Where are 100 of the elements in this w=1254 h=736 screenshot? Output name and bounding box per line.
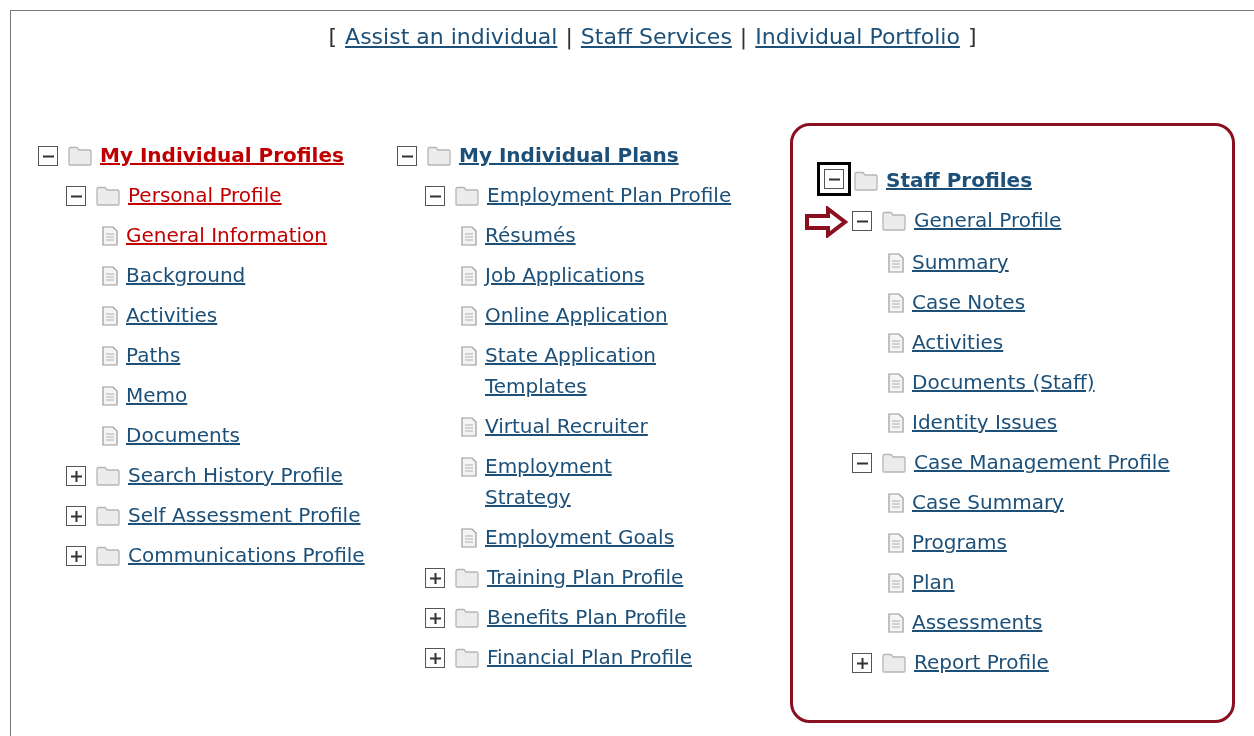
folder-icon — [96, 186, 120, 206]
expand-toggle[interactable] — [66, 546, 86, 566]
tree-link[interactable]: My Individual Plans — [459, 140, 679, 171]
tree-link[interactable]: Identity Issues — [912, 407, 1058, 438]
page-icon — [888, 533, 904, 553]
plus-icon — [70, 510, 82, 522]
tree-link[interactable]: Paths — [126, 340, 181, 371]
plus-icon — [70, 550, 82, 562]
expand-toggle[interactable] — [66, 466, 86, 486]
tree-link[interactable]: State Application Templates — [485, 340, 700, 402]
page-icon — [461, 306, 477, 326]
tree-link[interactable]: Job Applications — [485, 260, 645, 291]
tree-link[interactable]: Communications Profile — [128, 540, 365, 571]
tree-link[interactable]: Financial Plan Profile — [487, 642, 693, 673]
folder-icon — [96, 546, 120, 566]
plus-icon — [429, 652, 441, 664]
expand-toggle[interactable] — [852, 653, 872, 673]
plus-icon — [856, 657, 868, 669]
tree-link[interactable]: Memo — [126, 380, 188, 411]
page-icon — [888, 253, 904, 273]
tree-link[interactable]: General Profile — [914, 205, 1062, 236]
tree-link[interactable]: Virtual Recruiter — [485, 411, 648, 442]
folder-icon — [96, 466, 120, 486]
bracket: ] — [967, 23, 977, 51]
page-icon — [461, 417, 477, 437]
separator: | — [565, 23, 573, 52]
tree-link[interactable]: Programs — [912, 527, 1007, 558]
tree-link[interactable]: Case Summary — [912, 487, 1064, 518]
collapse-toggle[interactable] — [66, 186, 86, 206]
nav-link[interactable]: Staff Services — [580, 19, 732, 55]
tree-link[interactable]: My Individual Profiles — [100, 140, 344, 171]
nav-link[interactable]: Assist an individual — [345, 19, 558, 55]
tree-link[interactable]: Documents (Staff) — [912, 367, 1095, 398]
folder-icon — [854, 171, 878, 191]
collapse-toggle[interactable] — [824, 169, 844, 189]
tree-link[interactable]: Personal Profile — [128, 180, 282, 211]
tree-link[interactable]: Employment Goals — [485, 522, 675, 553]
folder-icon — [882, 453, 906, 473]
tree-link[interactable]: Activities — [912, 327, 1004, 358]
tree-link[interactable]: Assessments — [912, 607, 1043, 638]
expand-toggle[interactable] — [66, 506, 86, 526]
page-icon — [888, 493, 904, 513]
separator: | — [739, 23, 748, 52]
tree-link[interactable]: Online Application — [485, 300, 668, 331]
plus-icon — [429, 612, 441, 624]
tree-link[interactable]: Case Notes — [912, 287, 1026, 318]
tree-link[interactable]: Résumés — [485, 220, 576, 251]
tree-link[interactable]: Benefits Plan Profile — [487, 602, 687, 633]
expand-toggle[interactable] — [425, 648, 445, 668]
collapse-toggle[interactable] — [852, 453, 872, 473]
page-icon — [461, 226, 477, 246]
page-icon — [888, 293, 904, 313]
folder-icon — [882, 653, 906, 673]
page-icon — [102, 226, 118, 246]
plus-icon — [429, 572, 441, 584]
folder-icon — [96, 506, 120, 526]
tree-link[interactable]: Self Assessment Profile — [128, 500, 361, 531]
folder-icon — [455, 608, 479, 628]
page-icon — [102, 306, 118, 326]
tree-link[interactable]: Activities — [126, 300, 218, 331]
tree-link[interactable]: Documents — [126, 420, 241, 451]
page-icon — [888, 613, 904, 633]
tree-link[interactable]: Background — [126, 260, 246, 291]
folder-icon — [455, 568, 479, 588]
page-icon — [102, 346, 118, 366]
page-icon — [461, 346, 477, 366]
folder-icon — [455, 186, 479, 206]
page-icon — [888, 333, 904, 353]
plus-icon — [70, 470, 82, 482]
folder-icon — [68, 146, 92, 166]
nav-link[interactable]: Individual Portfolio — [755, 19, 960, 55]
page-icon — [461, 528, 477, 548]
collapse-toggle[interactable] — [852, 211, 872, 231]
page-icon — [102, 426, 118, 446]
tree-link[interactable]: Plan — [912, 567, 955, 598]
tree-link[interactable]: Employment Strategy — [485, 451, 700, 513]
page-icon — [888, 413, 904, 433]
collapse-toggle[interactable] — [425, 186, 445, 206]
folder-icon — [882, 211, 906, 231]
collapse-toggle[interactable] — [397, 146, 417, 166]
page-icon — [888, 573, 904, 593]
folder-icon — [427, 146, 451, 166]
tree-link[interactable]: Report Profile — [914, 647, 1049, 678]
tree-link[interactable]: Summary — [912, 247, 1009, 278]
page-icon — [461, 457, 477, 477]
tree-link[interactable]: Staff Profiles — [886, 165, 1033, 196]
page-icon — [888, 373, 904, 393]
expand-toggle[interactable] — [425, 568, 445, 588]
expand-toggle[interactable] — [425, 608, 445, 628]
folder-icon — [455, 648, 479, 668]
page-icon — [102, 386, 118, 406]
tree-link[interactable]: General Information — [126, 220, 327, 251]
collapse-toggle[interactable] — [38, 146, 58, 166]
page-icon — [102, 266, 118, 286]
page-icon — [461, 266, 477, 286]
bracket: [ — [328, 23, 338, 51]
tree-link[interactable]: Search History Profile — [128, 460, 343, 491]
tree-link[interactable]: Employment Plan Profile — [487, 180, 732, 211]
tree-link[interactable]: Case Management Profile — [914, 447, 1170, 478]
tree-link[interactable]: Training Plan Profile — [487, 562, 684, 593]
